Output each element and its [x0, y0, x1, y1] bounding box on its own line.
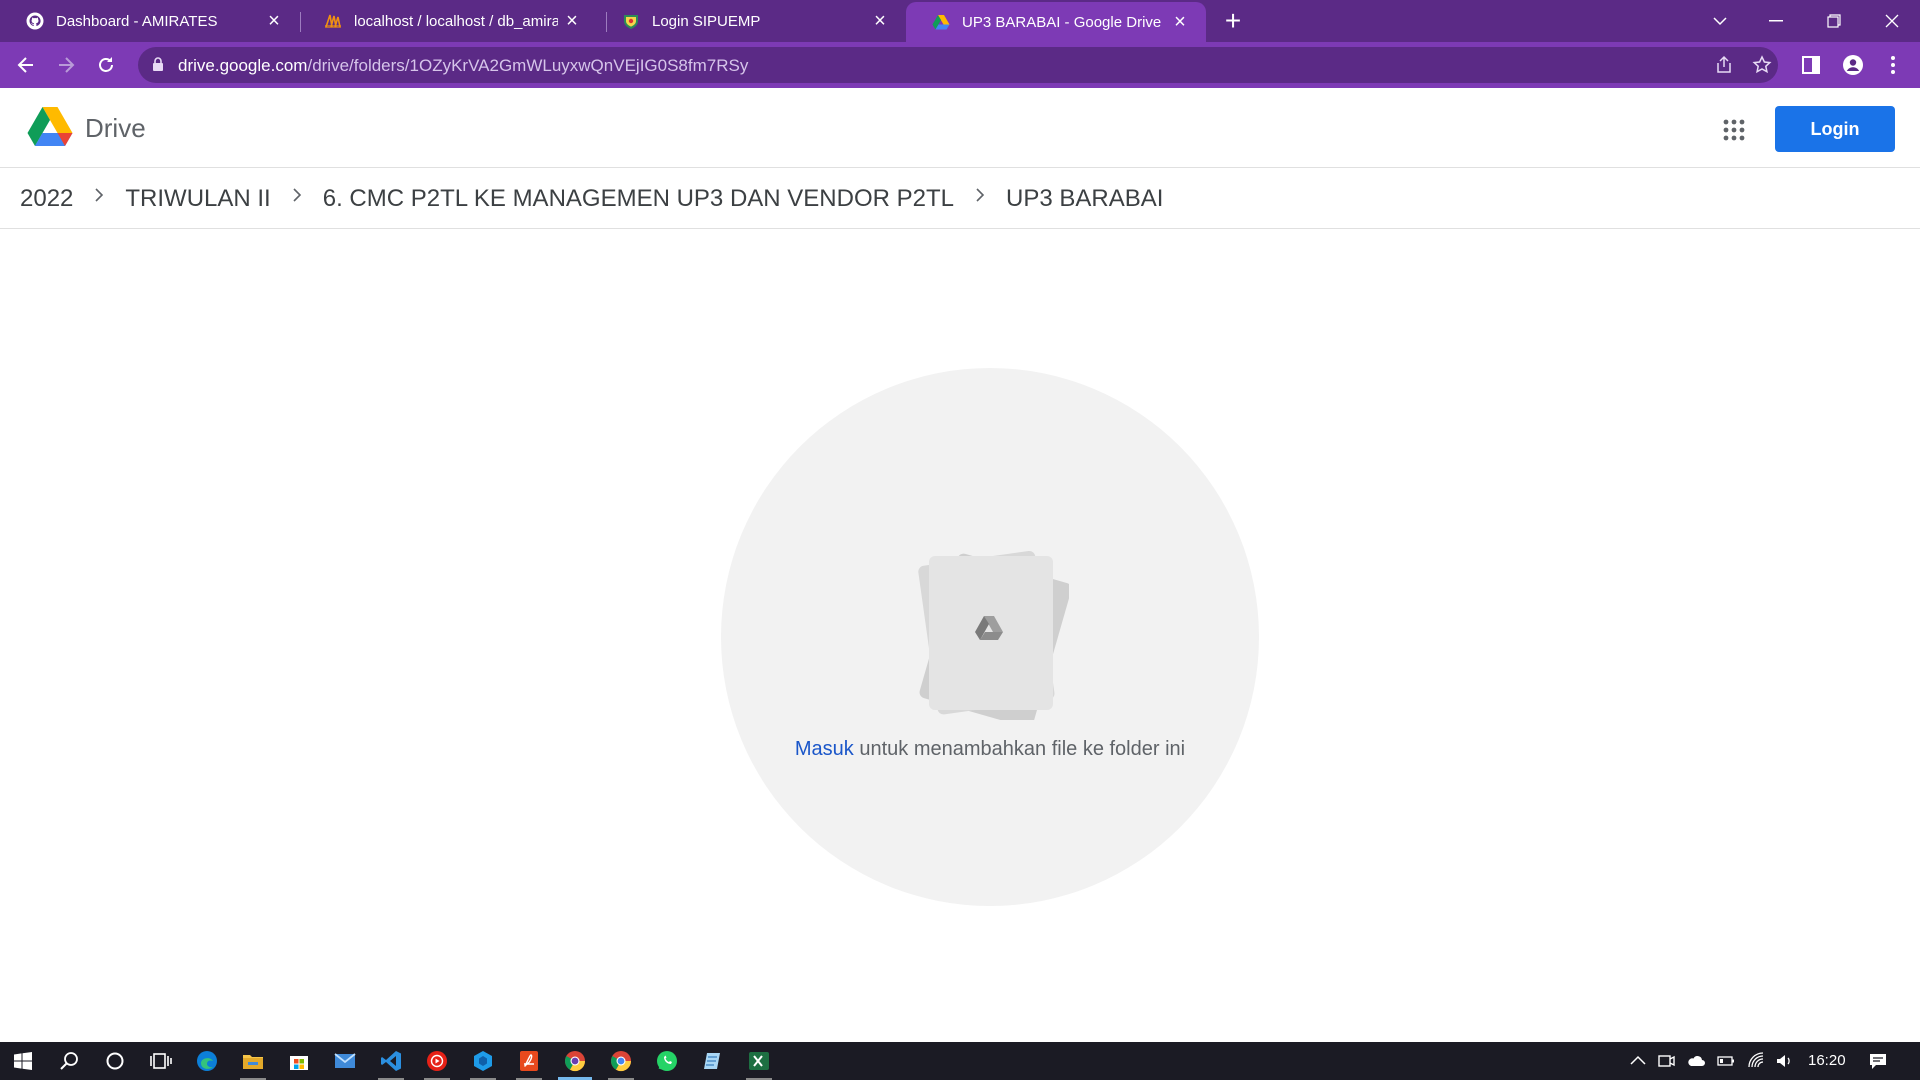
lock-icon[interactable] — [152, 57, 164, 72]
empty-state-message: Masuk untuk menambahkan file ke folder i… — [721, 738, 1259, 761]
close-tab-icon[interactable]: × — [558, 7, 586, 35]
github-icon — [26, 12, 44, 30]
browser-tab-strip: Dashboard - AMIRATES × localhost / local… — [0, 0, 1920, 42]
edge-icon[interactable] — [184, 1042, 230, 1080]
chevron-right-icon — [271, 187, 323, 211]
tab-title: UP3 BARABAI - Google Drive — [962, 13, 1162, 31]
browser-toolbar: drive.google.com/drive/folders/1OZyKrVA2… — [0, 42, 1920, 88]
drive-header: Drive Login — [0, 88, 1920, 168]
close-window-icon[interactable] — [1864, 0, 1920, 42]
start-icon[interactable] — [0, 1042, 46, 1080]
whatsapp-icon[interactable] — [644, 1042, 690, 1080]
sipuemp-icon — [624, 15, 638, 29]
cortana-icon[interactable] — [92, 1042, 138, 1080]
tab-title: Login SIPUEMP — [652, 12, 761, 30]
meet-now-icon[interactable] — [1656, 1051, 1676, 1071]
tab-title: localhost / localhost / db_amirates — [354, 12, 558, 30]
windows-taskbar: 16:20 — [0, 1042, 1920, 1080]
drive-app-name[interactable]: Drive — [85, 113, 146, 144]
mail-icon[interactable] — [322, 1042, 368, 1080]
empty-folder-illustration-icon — [918, 550, 1069, 720]
notepad-icon[interactable] — [690, 1042, 736, 1080]
login-button[interactable]: Login — [1775, 106, 1895, 152]
battery-icon[interactable] — [1716, 1051, 1736, 1071]
google-apps-icon[interactable] — [1722, 118, 1746, 142]
tab-search-icon[interactable] — [1692, 0, 1748, 42]
browser-tab-google-drive[interactable]: UP3 BARABAI - Google Drive × — [906, 2, 1206, 42]
restore-icon[interactable] — [1806, 0, 1862, 42]
chrome-icon[interactable] — [598, 1042, 644, 1080]
close-tab-icon[interactable]: × — [260, 7, 288, 35]
more-menu-icon[interactable] — [1882, 54, 1904, 76]
excel-icon[interactable] — [736, 1042, 782, 1080]
profile-avatar-icon[interactable] — [1842, 54, 1864, 76]
back-arrow-icon[interactable] — [10, 49, 42, 81]
breadcrumb-current-folder[interactable]: UP3 BARABAI — [1006, 185, 1163, 213]
empty-state-text: untuk menambahkan file ke folder ini — [853, 738, 1186, 760]
breadcrumb-item[interactable]: TRIWULAN II — [125, 185, 270, 213]
chevron-right-icon — [73, 187, 125, 211]
phpmyadmin-icon — [325, 14, 341, 28]
google-drive-icon — [932, 15, 950, 30]
tab-title: Dashboard - AMIRATES — [56, 12, 218, 30]
forward-arrow-icon[interactable] — [50, 49, 82, 81]
url-host: drive.google.com — [178, 56, 308, 75]
url-path: /drive/folders/1OZyKrVA2GmWLuyxwQnVEjIG0… — [307, 56, 749, 75]
google-drive-logo-icon[interactable] — [27, 106, 73, 148]
minimize-icon[interactable] — [1748, 0, 1804, 42]
pdf-icon[interactable] — [506, 1042, 552, 1080]
new-tab-button[interactable]: + — [1218, 5, 1248, 36]
reload-icon[interactable] — [90, 49, 122, 81]
onedrive-cloud-icon[interactable] — [1686, 1051, 1706, 1071]
chrome-icon[interactable] — [552, 1042, 598, 1080]
browser-tab-dashboard[interactable]: Dashboard - AMIRATES × — [0, 0, 300, 42]
browser-tab-sipuemp[interactable]: Login SIPUEMP × — [596, 0, 906, 42]
side-panel-icon[interactable] — [1800, 54, 1822, 76]
breadcrumb: 2022 TRIWULAN II 6. CMC P2TL KE MANAGEME… — [0, 169, 1920, 229]
sign-in-link[interactable]: Masuk — [795, 738, 854, 760]
youtube-music-icon[interactable] — [414, 1042, 460, 1080]
url-text: drive.google.com/drive/folders/1OZyKrVA2… — [178, 56, 748, 76]
app-icon[interactable] — [460, 1042, 506, 1080]
file-explorer-icon[interactable] — [230, 1042, 276, 1080]
vscode-icon[interactable] — [368, 1042, 414, 1080]
store-icon[interactable] — [276, 1042, 322, 1080]
search-icon[interactable] — [46, 1042, 92, 1080]
share-icon[interactable] — [1714, 55, 1734, 75]
close-tab-icon[interactable]: × — [1166, 8, 1194, 36]
taskbar-clock[interactable]: 16:20 — [1808, 1052, 1846, 1069]
address-bar[interactable]: drive.google.com/drive/folders/1OZyKrVA2… — [138, 47, 1778, 83]
notification-center-icon[interactable] — [1868, 1051, 1888, 1071]
breadcrumb-item[interactable]: 2022 — [20, 185, 73, 213]
breadcrumb-item[interactable]: 6. CMC P2TL KE MANAGEMEN UP3 DAN VENDOR … — [323, 185, 954, 213]
volume-icon[interactable] — [1774, 1051, 1794, 1071]
close-tab-icon[interactable]: × — [866, 7, 894, 35]
bookmark-star-icon[interactable] — [1752, 55, 1772, 75]
chevron-right-icon — [954, 187, 1006, 211]
browser-tab-phpmyadmin[interactable]: localhost / localhost / db_amirates × — [298, 0, 598, 42]
show-hidden-icons-chevron-up-icon[interactable] — [1628, 1051, 1648, 1071]
task-view-icon[interactable] — [138, 1042, 184, 1080]
wifi-icon[interactable] — [1746, 1051, 1766, 1071]
